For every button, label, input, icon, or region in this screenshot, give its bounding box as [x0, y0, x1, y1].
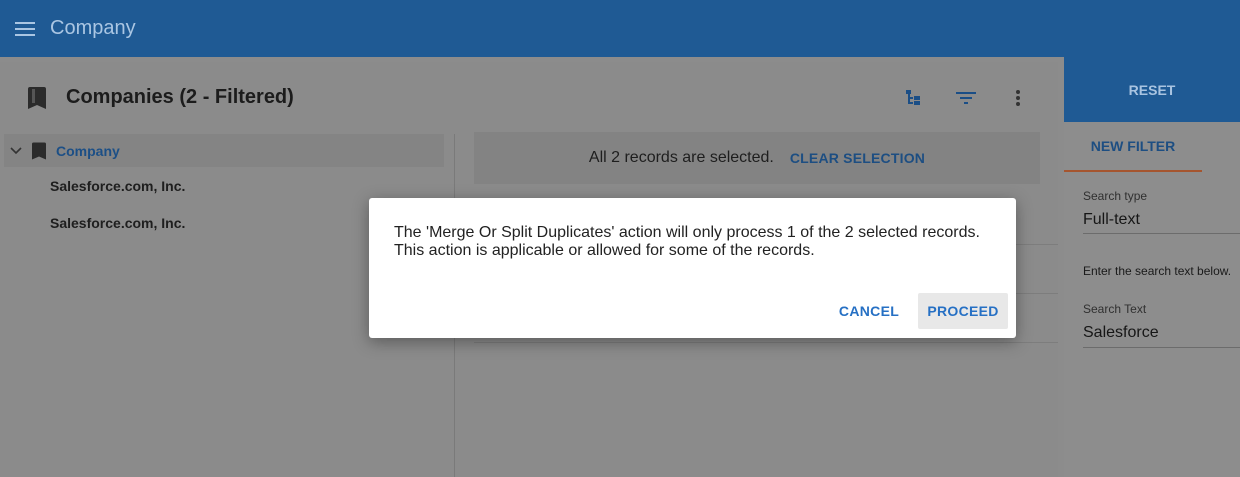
chevron-down-icon[interactable] — [6, 146, 26, 155]
main-header: Companies (2 - Filtered) — [0, 62, 1058, 132]
hierarchy-icon[interactable] — [902, 86, 926, 110]
confirm-dialog: The 'Merge Or Split Duplicates' action w… — [369, 198, 1016, 338]
field-underline — [1083, 347, 1240, 348]
clear-selection-button[interactable]: CLEAR SELECTION — [790, 150, 925, 166]
reset-button[interactable]: RESET — [1064, 57, 1240, 122]
dialog-message: The 'Merge Or Split Duplicates' action w… — [394, 224, 980, 260]
search-text-input[interactable]: Salesforce — [1083, 324, 1159, 342]
more-vert-icon[interactable] — [1006, 86, 1030, 110]
book-icon — [28, 87, 46, 114]
dialog-actions: CANCEL PROCEED — [824, 293, 1008, 329]
selection-text: All 2 records are selected. — [588, 149, 774, 166]
selection-banner: All 2 records are selected. CLEAR SELECT… — [474, 132, 1040, 184]
tab-new-filter[interactable]: NEW FILTER — [1064, 122, 1202, 172]
dialog-message-line: This action is applicable or allowed for… — [394, 242, 815, 259]
tree-item[interactable]: Salesforce.com, Inc. — [50, 215, 185, 231]
search-hint: Enter the search text below. — [1083, 264, 1232, 278]
app-title: Company — [50, 17, 136, 39]
page-title: Companies (2 - Filtered) — [66, 86, 294, 108]
field-underline — [1083, 233, 1240, 234]
dialog-message-line: The 'Merge Or Split Duplicates' action w… — [394, 224, 980, 241]
filter-icon[interactable] — [954, 86, 978, 110]
proceed-button[interactable]: PROCEED — [918, 293, 1008, 329]
filter-panel: RESET NEW FILTER Search type Full-text E… — [1064, 57, 1240, 477]
row-divider — [474, 342, 1058, 343]
cancel-button[interactable]: CANCEL — [824, 293, 914, 329]
header-actions — [902, 86, 1030, 110]
search-type-label: Search type — [1083, 189, 1148, 203]
tree-root-label: Company — [56, 142, 120, 159]
tree-item[interactable]: Salesforce.com, Inc. — [50, 178, 185, 194]
tree-root-company[interactable]: Company — [4, 134, 444, 167]
book-icon — [32, 141, 46, 160]
search-type-field[interactable]: Full-text — [1083, 211, 1140, 229]
app-bar: Company — [0, 0, 1240, 57]
menu-icon[interactable] — [0, 0, 50, 57]
search-text-label: Search Text — [1083, 302, 1147, 316]
